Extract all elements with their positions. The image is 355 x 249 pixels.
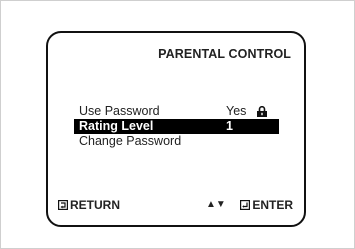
menu-item-rating-level[interactable]: Rating Level 1 xyxy=(74,119,279,134)
enter-icon xyxy=(240,200,251,210)
up-down-arrows-icon: ▲▼ xyxy=(206,199,226,210)
parental-control-panel: PARENTAL CONTROL Use Password Yes Rating… xyxy=(46,31,306,227)
return-hint[interactable]: RETURN xyxy=(58,198,120,212)
footer-hints: RETURN ▲▼ ENTER xyxy=(48,198,304,212)
menu-item-change-password[interactable]: Change Password xyxy=(74,134,279,149)
lock-icon xyxy=(257,106,267,117)
menu-item-label: Change Password xyxy=(79,134,182,148)
enter-label: ENTER xyxy=(252,198,293,212)
menu-item-label: Use Password xyxy=(79,104,160,118)
screen-frame: PARENTAL CONTROL Use Password Yes Rating… xyxy=(0,0,355,249)
menu-item-use-password[interactable]: Use Password Yes xyxy=(74,104,279,119)
menu-item-value: 1 xyxy=(226,119,233,133)
return-icon xyxy=(58,200,68,210)
menu-item-label: Rating Level xyxy=(79,119,154,133)
menu-item-value: Yes xyxy=(226,104,247,118)
menu-title: PARENTAL CONTROL xyxy=(158,47,291,61)
enter-hint[interactable]: ENTER xyxy=(240,198,293,212)
return-label: RETURN xyxy=(70,198,120,212)
